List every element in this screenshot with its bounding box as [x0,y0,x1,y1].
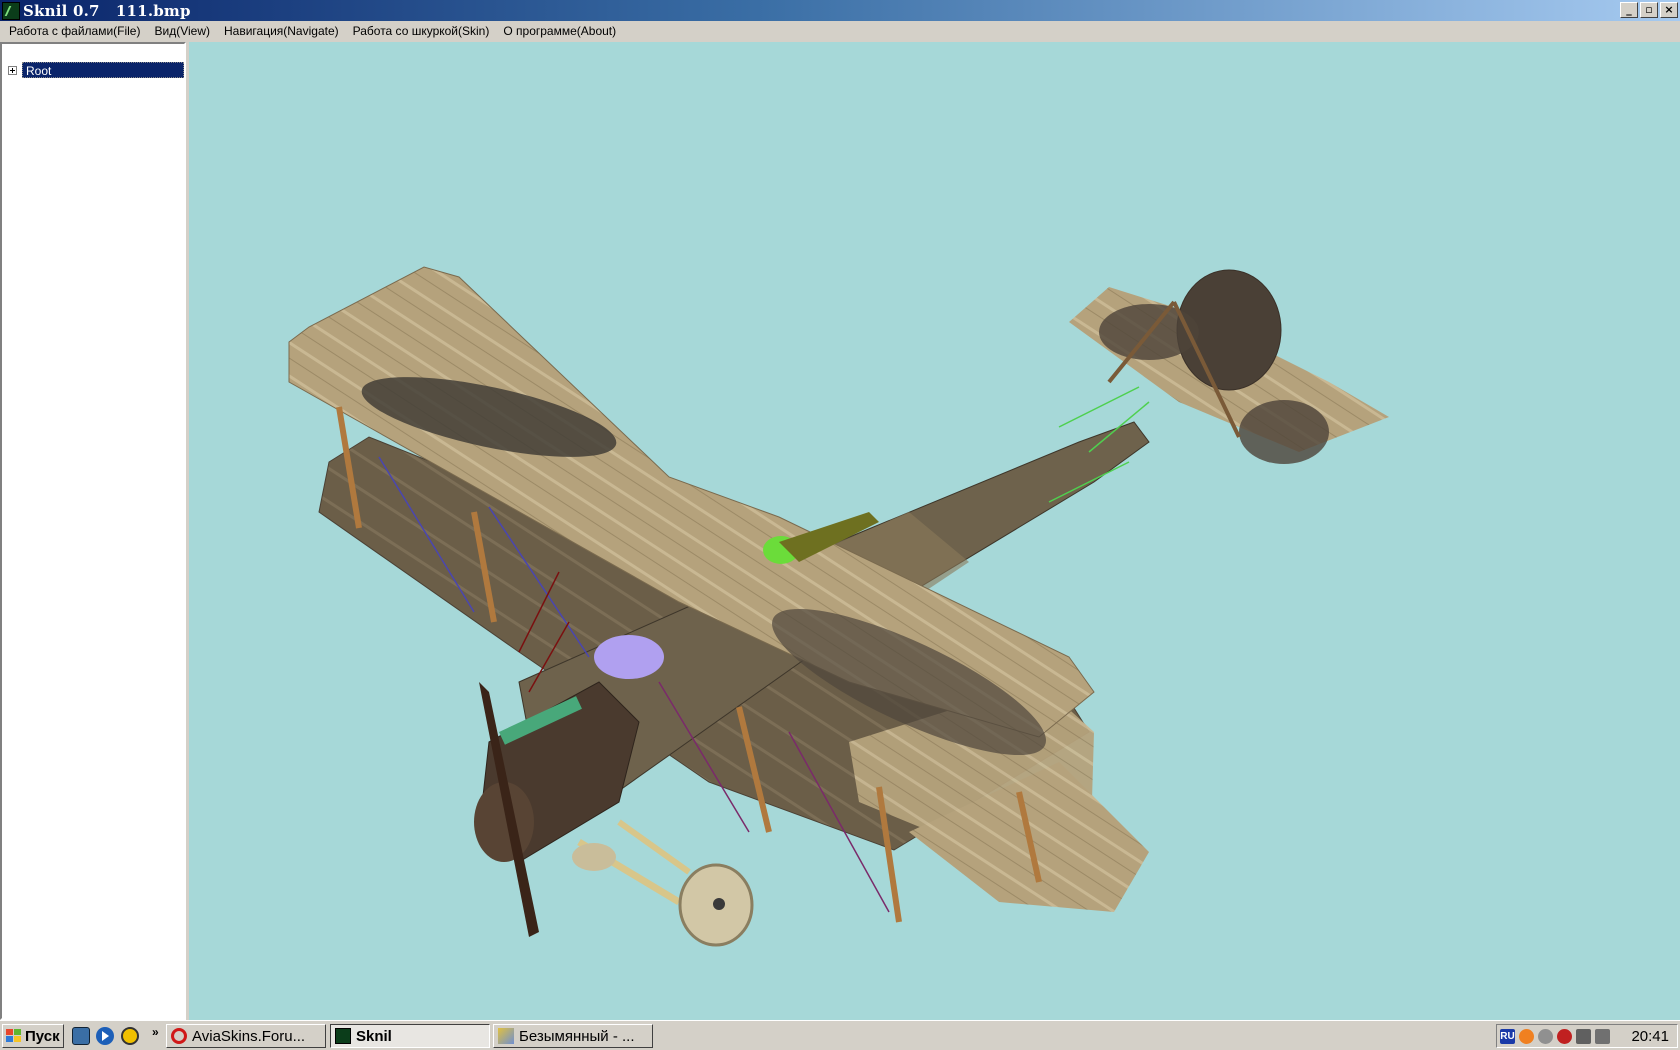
menu-view[interactable]: Вид(View) [147,24,217,38]
tail-camo-2 [1239,400,1329,464]
show-desktop-icon[interactable] [72,1027,90,1045]
wheel-2 [572,843,616,871]
quick-launch-app-icon[interactable] [121,1027,139,1045]
tree-node-root[interactable]: Root [8,62,184,78]
paint-icon [498,1028,514,1044]
window-title: Sknil 0.7 111.bmp [23,1,191,20]
restore-button[interactable]: ▫ [1640,2,1658,18]
3d-viewport[interactable] [189,42,1680,1020]
safely-remove-icon[interactable] [1595,1028,1610,1044]
gear-strut-2 [617,819,691,875]
app-icon[interactable] [2,1,20,20]
antivirus-icon[interactable] [1557,1028,1572,1044]
menu-bar: Работа с файлами(File) Вид(View) Навигац… [0,21,1680,41]
cockpit [594,635,664,679]
taskbar: Пуск » AviaSkins.Foru... Sknil Безымянны… [0,1020,1680,1050]
language-indicator[interactable]: RU [1500,1028,1515,1044]
task-paint[interactable]: Безымянный - ... [493,1024,653,1048]
menu-skin[interactable]: Работа со шкуркой(Skin) [346,24,497,38]
menu-about[interactable]: О программе(About) [496,24,623,38]
start-button[interactable]: Пуск [2,1024,64,1048]
start-label: Пуск [25,1027,60,1045]
media-player-icon[interactable] [96,1027,114,1045]
tree-panel[interactable]: Root [0,42,186,1020]
biplane-model [288,266,1389,947]
task-sknil[interactable]: Sknil [330,1024,490,1048]
quick-launch-chevron[interactable]: » [152,1025,159,1039]
task-label: Безымянный - ... [519,1027,635,1045]
expand-plus-icon[interactable] [8,65,17,75]
menu-file[interactable]: Работа с файлами(File) [2,24,147,38]
sknil-icon [335,1028,351,1044]
close-button[interactable]: × [1660,2,1678,18]
window-controls: _ ▫ × [1620,2,1678,18]
minimize-button[interactable]: _ [1620,2,1638,18]
speaker-icon[interactable] [1538,1028,1553,1044]
system-tray: RU 20:41 [1496,1024,1678,1048]
task-label: AviaSkins.Foru... [192,1027,306,1045]
avast-icon[interactable] [1519,1028,1534,1044]
task-aviaskins[interactable]: AviaSkins.Foru... [166,1024,326,1048]
title-bar: Sknil 0.7 111.bmp _ ▫ × [0,0,1680,21]
menu-navigate[interactable]: Навигация(Navigate) [217,24,346,38]
network-icon[interactable] [1576,1028,1591,1044]
task-label: Sknil [356,1027,392,1045]
tree-node-label[interactable]: Root [22,62,184,78]
clock[interactable]: 20:41 [1631,1028,1669,1045]
opera-icon [171,1028,187,1044]
wheel-hub [713,898,725,910]
windows-logo-icon [6,1029,22,1043]
